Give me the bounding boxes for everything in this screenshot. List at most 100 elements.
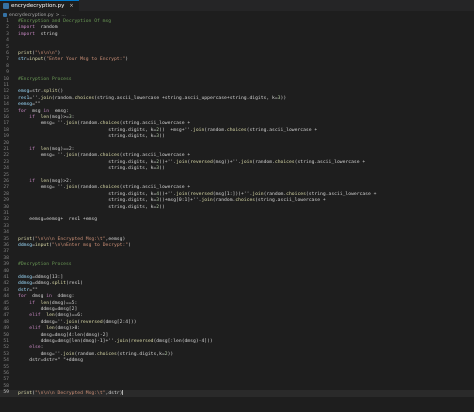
- code-token: (): [57, 89, 64, 95]
- code-token: ="": [29, 287, 38, 293]
- code-token: split: [51, 281, 67, 287]
- code-token: len: [46, 313, 55, 319]
- code-token: (string.ascii_lowercase +: [246, 127, 318, 133]
- code-token: string.digits, k=: [18, 134, 157, 140]
- code-token: dstr: [18, 287, 30, 293]
- code-token: (dmsg)==6:: [54, 313, 83, 319]
- code-token: string.digits, k=: [18, 198, 157, 204]
- code-token: ))+msg[0:1]+''.: [159, 198, 202, 204]
- code-token: reversed: [190, 191, 213, 197]
- code-token: :: [40, 345, 44, 351]
- code-token: join: [176, 191, 188, 197]
- code-token: (dmsg[2:4])): [102, 319, 137, 325]
- code-token: string.digits, k=: [18, 127, 157, 133]
- code-token: ,dstr): [105, 391, 123, 397]
- code-token: (random.: [74, 351, 98, 357]
- code-token: elif: [29, 313, 41, 319]
- code-token: string.digits, k=: [18, 204, 157, 210]
- python-file-icon: [3, 13, 7, 17]
- breadcrumb: encrydecryption.py > ...: [0, 11, 474, 19]
- code-token: )) +msg+''.: [159, 127, 193, 133]
- code-token: (string.ascii_lowercase +: [119, 121, 191, 127]
- code-token: choices: [286, 191, 306, 197]
- code-text: print("\n\n\n Decrypted Msg:\t",dstr): [18, 390, 124, 397]
- code-token: join: [116, 339, 129, 344]
- code-token: (random.: [252, 159, 275, 165]
- code-token: "\n\nEnter msg to Decrypt:": [51, 243, 129, 248]
- code-token: )): [159, 204, 165, 210]
- code-token: input: [29, 57, 44, 63]
- code-token: string.digits, k=: [18, 159, 157, 165]
- code-token: msg: [26, 108, 44, 114]
- breadcrumb-separator: >: [55, 12, 60, 18]
- code-token: ddmsg: [18, 275, 33, 280]
- code-token: (random.: [77, 121, 100, 127]
- code-token: (string.ascii_lowercase +: [255, 198, 326, 204]
- code-token: #Encryption and Decryption Of msg: [18, 19, 112, 24]
- code-token: emsg= ''.: [18, 121, 66, 127]
- code-token: ddmsg: [18, 243, 33, 248]
- code-token: (string.ascii_lowercase +: [119, 153, 191, 159]
- code-token: len: [40, 179, 50, 184]
- code-token: (msg))+''.: [212, 159, 241, 165]
- code-token: ))+''.: [159, 191, 177, 197]
- code-token: (string.ascii_lowercase +: [294, 159, 366, 165]
- code-token: print: [18, 391, 33, 397]
- code-token: reversed: [80, 319, 103, 325]
- code-token: split: [43, 89, 58, 95]
- code-token: (msg)==2:: [49, 147, 75, 152]
- code-token: )): [159, 134, 165, 140]
- code-token: ): [125, 57, 129, 63]
- code-line[interactable]: 59 print("\n\n\n Decrypted Msg:\t",dstr): [0, 390, 474, 397]
- code-token: (dmsg)==5:: [49, 300, 78, 306]
- code-token: ddmsg=dmsg[2]: [18, 307, 78, 312]
- code-token: =ddmsg.: [32, 281, 52, 287]
- code-token: (random.: [212, 198, 236, 204]
- code-token: import: [18, 31, 35, 37]
- code-token: emsg= ''.: [18, 153, 66, 159]
- code-token: len: [40, 115, 50, 120]
- code-editor[interactable]: 1 #Encryption and Decryption Of msg 2 impor…: [0, 19, 474, 412]
- code-token: )): [159, 166, 165, 172]
- code-token: (msg[1:]))+''.: [212, 191, 253, 197]
- code-token: eemsg=eemsg+ res1 +emsg: [18, 217, 98, 223]
- code-token: elif: [29, 326, 41, 332]
- code-token: choices: [99, 121, 120, 127]
- code-token: join: [241, 159, 253, 165]
- tab-bar: encrydecryption.py ×: [0, 0, 474, 11]
- code-token: emsg: [18, 89, 30, 95]
- close-icon[interactable]: ×: [69, 3, 73, 9]
- code-token: choices: [99, 185, 120, 191]
- tab-encrydecryption[interactable]: encrydecryption.py ×: [0, 0, 79, 11]
- code-token: string.digits, k=: [18, 191, 157, 197]
- code-token: (random.: [77, 185, 100, 191]
- code-token: (dmsg)>8:: [54, 326, 81, 332]
- python-file-icon: [3, 3, 9, 9]
- code-token: dmsg=dmsg[4:len(dmsg)-2]: [18, 332, 109, 338]
- breadcrumb-scope[interactable]: ...: [61, 13, 65, 18]
- text-cursor: [122, 390, 124, 396]
- code-token: (random.: [263, 191, 287, 197]
- code-token: =ddmsg[13:]: [32, 275, 64, 280]
- code-token: len: [46, 326, 55, 332]
- code-token: random: [34, 25, 58, 31]
- code-token: ="": [32, 102, 41, 108]
- code-token: (random.: [77, 153, 100, 159]
- code-token: ddmsg:: [51, 294, 75, 300]
- code-token: choices: [274, 159, 295, 165]
- code-token: choices: [74, 95, 95, 101]
- code-token: string: [34, 31, 58, 37]
- code-token: (dmsg[:len(dmsg)-4])): [153, 339, 213, 344]
- code-token: emsg= ''.: [18, 185, 66, 191]
- code-token: )): [167, 351, 174, 357]
- code-token: len: [40, 300, 50, 306]
- code-token: #Decryption Process: [18, 262, 72, 268]
- code-token: (string.digits,k=: [116, 351, 165, 357]
- breadcrumb-file[interactable]: encrydecryption.py: [9, 13, 54, 18]
- code-token: len: [40, 147, 50, 152]
- code-token: ))+''.: [159, 159, 177, 165]
- code-token: eemsg: [18, 102, 33, 108]
